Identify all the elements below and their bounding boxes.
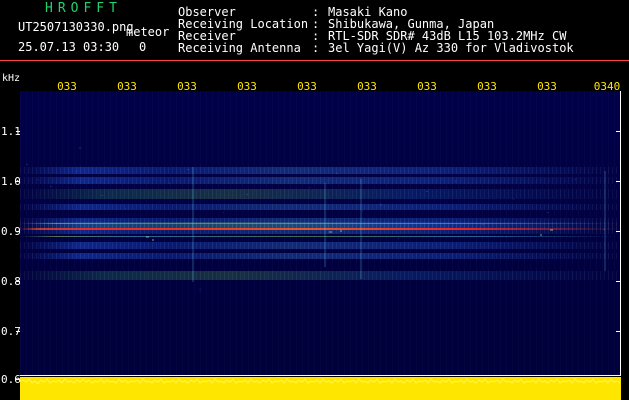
waterfall-plot [20, 91, 621, 375]
right-frequency-axis [620, 91, 621, 375]
right-tick-4 [616, 281, 621, 282]
meteor-label: meteor [126, 25, 170, 39]
hrofft-window: HROFFT UT2507130330.png meteor 25.07.13 … [0, 0, 629, 400]
header-divider [0, 60, 629, 61]
amplitude-noise [20, 378, 621, 400]
right-tick-5 [616, 331, 621, 332]
receiving-antenna-value: 3el Yagi(V) Az 330 for Vladivostok [328, 41, 574, 55]
bottom-amplitude-strip [20, 377, 621, 400]
frequency-unit-label: kHz [2, 73, 21, 84]
right-tick-3 [616, 231, 621, 232]
recording-datetime-extra: 0 [139, 40, 147, 54]
receiving-antenna-separator: : [312, 41, 320, 55]
waterfall-noise-overlay [26, 164, 606, 282]
receiving-antenna-label: Receiving Antenna [178, 41, 301, 55]
right-tick-1 [616, 131, 621, 132]
file-name: UT2507130330.png [18, 20, 134, 34]
recording-datetime: 25.07.13 03:30 [18, 40, 120, 54]
bottom-baseline [20, 375, 621, 376]
app-title: HROFFT [45, 1, 122, 16]
right-tick-2 [616, 181, 621, 182]
